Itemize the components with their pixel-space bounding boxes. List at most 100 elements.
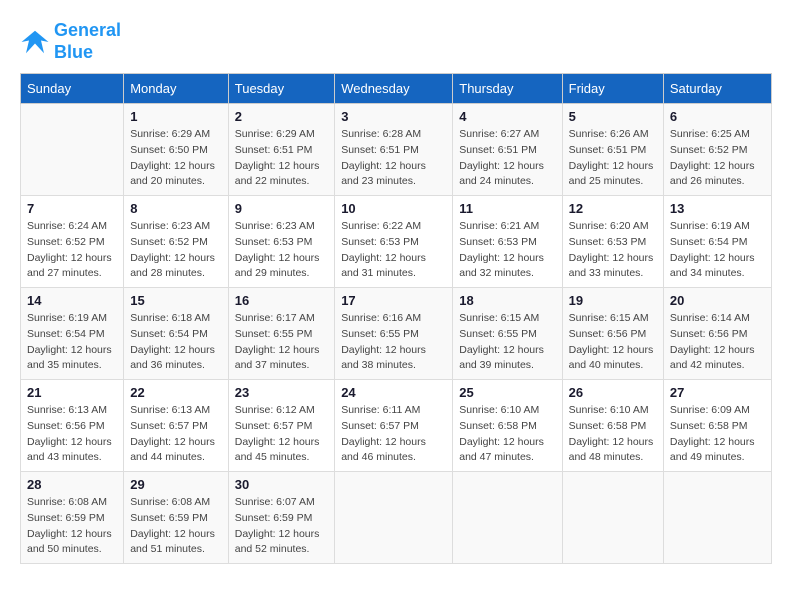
logo-text: General Blue bbox=[54, 20, 121, 63]
calendar-week-1: 7Sunrise: 6:24 AMSunset: 6:52 PMDaylight… bbox=[21, 196, 772, 288]
calendar-cell: 11 Sunrise: 6:21 AMSunset: 6:53 PMDayligh… bbox=[453, 196, 562, 288]
day-info: Sunrise: 6:13 AMSunset: 6:56 PMDaylight:… bbox=[27, 403, 117, 466]
calendar-week-4: 28 Sunrise: 6:08 AMSunset: 6:59 PMDayligh… bbox=[21, 472, 772, 564]
day-info: Sunrise: 6:07 AMSunset: 6:59 PMDaylight:… bbox=[235, 495, 328, 558]
calendar-cell bbox=[453, 472, 562, 564]
day-info: Sunrise: 6:15 AMSunset: 6:56 PMDaylight:… bbox=[569, 311, 657, 374]
calendar-cell: 29 Sunrise: 6:08 AMSunset: 6:59 PMDayligh… bbox=[124, 472, 229, 564]
day-info: Sunrise: 6:09 AMSunset: 6:58 PMDaylight:… bbox=[670, 403, 765, 466]
calendar-cell: 25 Sunrise: 6:10 AMSunset: 6:58 PMDayligh… bbox=[453, 380, 562, 472]
day-info: Sunrise: 6:10 AMSunset: 6:58 PMDaylight:… bbox=[459, 403, 555, 466]
calendar-week-0: 1 Sunrise: 6:29 AMSunset: 6:50 PMDaylight… bbox=[21, 104, 772, 196]
calendar-cell: 26 Sunrise: 6:10 AMSunset: 6:58 PMDayligh… bbox=[562, 380, 663, 472]
day-info: Sunrise: 6:19 AMSunset: 6:54 PMDaylight:… bbox=[27, 311, 117, 374]
day-info: Sunrise: 6:08 AMSunset: 6:59 PMDaylight:… bbox=[27, 495, 117, 558]
calendar-cell: 12Sunrise: 6:20 AMSunset: 6:53 PMDayligh… bbox=[562, 196, 663, 288]
day-number: 18 bbox=[459, 293, 555, 308]
day-number: 2 bbox=[235, 109, 328, 124]
calendar-cell: 10Sunrise: 6:22 AMSunset: 6:53 PMDayligh… bbox=[335, 196, 453, 288]
day-info: Sunrise: 6:21 AMSunset: 6:53 PMDaylight:… bbox=[459, 219, 555, 282]
day-number: 5 bbox=[569, 109, 657, 124]
calendar-cell bbox=[663, 472, 771, 564]
logo: General Blue bbox=[20, 20, 121, 63]
calendar-week-2: 14 Sunrise: 6:19 AMSunset: 6:54 PMDayligh… bbox=[21, 288, 772, 380]
day-number: 1 bbox=[130, 109, 222, 124]
day-info: Sunrise: 6:27 AMSunset: 6:51 PMDaylight:… bbox=[459, 127, 555, 190]
day-info: Sunrise: 6:16 AMSunset: 6:55 PMDaylight:… bbox=[341, 311, 446, 374]
header-monday: Monday bbox=[124, 74, 229, 104]
day-info: Sunrise: 6:29 AMSunset: 6:50 PMDaylight:… bbox=[130, 127, 222, 190]
day-number: 24 bbox=[341, 385, 446, 400]
day-number: 30 bbox=[235, 477, 328, 492]
day-number: 16 bbox=[235, 293, 328, 308]
calendar-cell: 19Sunrise: 6:15 AMSunset: 6:56 PMDayligh… bbox=[562, 288, 663, 380]
header-wednesday: Wednesday bbox=[335, 74, 453, 104]
day-info: Sunrise: 6:23 AMSunset: 6:53 PMDaylight:… bbox=[235, 219, 328, 282]
calendar-cell bbox=[562, 472, 663, 564]
day-info: Sunrise: 6:20 AMSunset: 6:53 PMDaylight:… bbox=[569, 219, 657, 282]
calendar-cell: 30 Sunrise: 6:07 AMSunset: 6:59 PMDayligh… bbox=[228, 472, 334, 564]
day-number: 8 bbox=[130, 201, 222, 216]
day-number: 29 bbox=[130, 477, 222, 492]
page-header: General Blue bbox=[20, 20, 772, 63]
calendar-cell: 4 Sunrise: 6:27 AMSunset: 6:51 PMDaylight… bbox=[453, 104, 562, 196]
day-number: 13 bbox=[670, 201, 765, 216]
day-info: Sunrise: 6:08 AMSunset: 6:59 PMDaylight:… bbox=[130, 495, 222, 558]
day-number: 11 bbox=[459, 201, 555, 216]
day-number: 6 bbox=[670, 109, 765, 124]
calendar-cell: 27Sunrise: 6:09 AMSunset: 6:58 PMDayligh… bbox=[663, 380, 771, 472]
calendar-cell: 3 Sunrise: 6:28 AMSunset: 6:51 PMDaylight… bbox=[335, 104, 453, 196]
day-info: Sunrise: 6:14 AMSunset: 6:56 PMDaylight:… bbox=[670, 311, 765, 374]
day-info: Sunrise: 6:23 AMSunset: 6:52 PMDaylight:… bbox=[130, 219, 222, 282]
day-number: 3 bbox=[341, 109, 446, 124]
calendar-cell: 21Sunrise: 6:13 AMSunset: 6:56 PMDayligh… bbox=[21, 380, 124, 472]
header-saturday: Saturday bbox=[663, 74, 771, 104]
calendar-cell: 2 Sunrise: 6:29 AMSunset: 6:51 PMDaylight… bbox=[228, 104, 334, 196]
calendar-week-3: 21Sunrise: 6:13 AMSunset: 6:56 PMDayligh… bbox=[21, 380, 772, 472]
logo-icon bbox=[20, 27, 50, 57]
calendar-cell: 1 Sunrise: 6:29 AMSunset: 6:50 PMDaylight… bbox=[124, 104, 229, 196]
day-info: Sunrise: 6:19 AMSunset: 6:54 PMDaylight:… bbox=[670, 219, 765, 282]
calendar-cell: 8 Sunrise: 6:23 AMSunset: 6:52 PMDaylight… bbox=[124, 196, 229, 288]
calendar-cell: 22 Sunrise: 6:13 AMSunset: 6:57 PMDayligh… bbox=[124, 380, 229, 472]
calendar-cell: 14 Sunrise: 6:19 AMSunset: 6:54 PMDayligh… bbox=[21, 288, 124, 380]
day-info: Sunrise: 6:25 AMSunset: 6:52 PMDaylight:… bbox=[670, 127, 765, 190]
calendar-cell: 16 Sunrise: 6:17 AMSunset: 6:55 PMDayligh… bbox=[228, 288, 334, 380]
calendar-header: SundayMondayTuesdayWednesdayThursdayFrid… bbox=[21, 74, 772, 104]
calendar-cell: 5 Sunrise: 6:26 AMSunset: 6:51 PMDaylight… bbox=[562, 104, 663, 196]
day-info: Sunrise: 6:28 AMSunset: 6:51 PMDaylight:… bbox=[341, 127, 446, 190]
day-info: Sunrise: 6:13 AMSunset: 6:57 PMDaylight:… bbox=[130, 403, 222, 466]
day-info: Sunrise: 6:26 AMSunset: 6:51 PMDaylight:… bbox=[569, 127, 657, 190]
day-number: 25 bbox=[459, 385, 555, 400]
header-sunday: Sunday bbox=[21, 74, 124, 104]
header-tuesday: Tuesday bbox=[228, 74, 334, 104]
calendar-cell bbox=[21, 104, 124, 196]
day-info: Sunrise: 6:10 AMSunset: 6:58 PMDaylight:… bbox=[569, 403, 657, 466]
day-number: 14 bbox=[27, 293, 117, 308]
day-info: Sunrise: 6:29 AMSunset: 6:51 PMDaylight:… bbox=[235, 127, 328, 190]
header-friday: Friday bbox=[562, 74, 663, 104]
day-info: Sunrise: 6:22 AMSunset: 6:53 PMDaylight:… bbox=[341, 219, 446, 282]
day-info: Sunrise: 6:15 AMSunset: 6:55 PMDaylight:… bbox=[459, 311, 555, 374]
day-number: 4 bbox=[459, 109, 555, 124]
day-number: 7 bbox=[27, 201, 117, 216]
calendar-cell: 28 Sunrise: 6:08 AMSunset: 6:59 PMDayligh… bbox=[21, 472, 124, 564]
day-number: 22 bbox=[130, 385, 222, 400]
day-number: 26 bbox=[569, 385, 657, 400]
header-thursday: Thursday bbox=[453, 74, 562, 104]
calendar-cell bbox=[335, 472, 453, 564]
day-info: Sunrise: 6:12 AMSunset: 6:57 PMDaylight:… bbox=[235, 403, 328, 466]
calendar-cell: 7Sunrise: 6:24 AMSunset: 6:52 PMDaylight… bbox=[21, 196, 124, 288]
calendar-table: SundayMondayTuesdayWednesdayThursdayFrid… bbox=[20, 73, 772, 564]
calendar-cell: 24Sunrise: 6:11 AMSunset: 6:57 PMDayligh… bbox=[335, 380, 453, 472]
day-number: 9 bbox=[235, 201, 328, 216]
day-number: 15 bbox=[130, 293, 222, 308]
day-number: 28 bbox=[27, 477, 117, 492]
day-number: 20 bbox=[670, 293, 765, 308]
calendar-cell: 23 Sunrise: 6:12 AMSunset: 6:57 PMDayligh… bbox=[228, 380, 334, 472]
day-info: Sunrise: 6:17 AMSunset: 6:55 PMDaylight:… bbox=[235, 311, 328, 374]
day-info: Sunrise: 6:18 AMSunset: 6:54 PMDaylight:… bbox=[130, 311, 222, 374]
calendar-cell: 9 Sunrise: 6:23 AMSunset: 6:53 PMDaylight… bbox=[228, 196, 334, 288]
day-number: 23 bbox=[235, 385, 328, 400]
calendar-cell: 13 Sunrise: 6:19 AMSunset: 6:54 PMDayligh… bbox=[663, 196, 771, 288]
